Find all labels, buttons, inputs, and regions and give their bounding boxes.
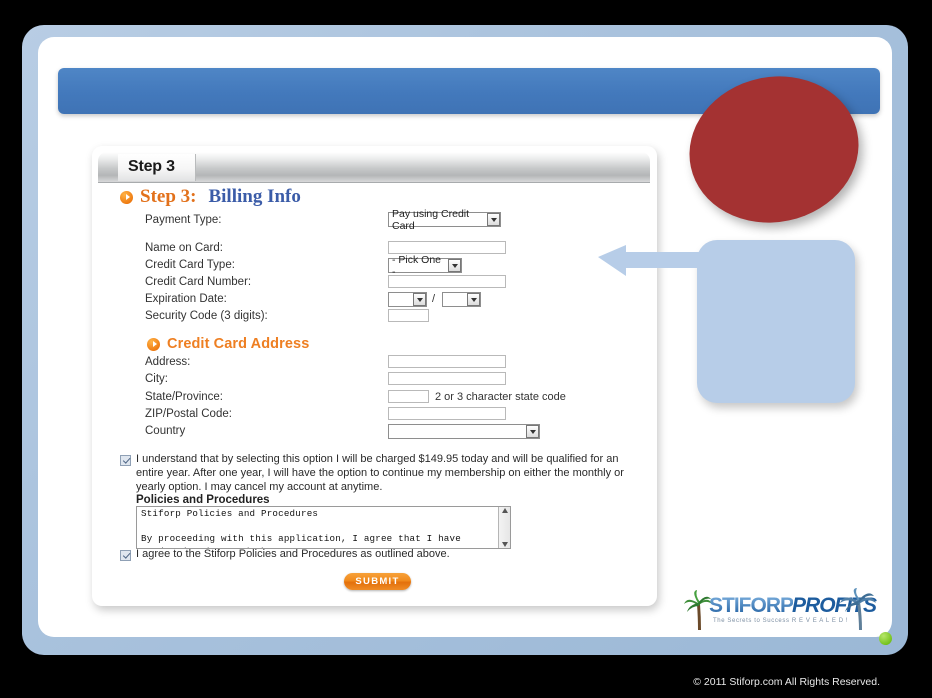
credit-card-number-label: Credit Card Number: bbox=[145, 276, 252, 288]
credit-card-type-select[interactable]: - Pick One - bbox=[388, 254, 462, 278]
payment-type-label: Payment Type: bbox=[145, 214, 222, 226]
address-heading-label: Credit Card Address bbox=[167, 336, 310, 352]
address-input[interactable] bbox=[388, 355, 506, 368]
chevron-down-icon bbox=[448, 259, 461, 272]
policies-title: Policies and Procedures bbox=[136, 494, 270, 506]
heading-title-label: Billing Info bbox=[208, 186, 301, 207]
payment-type-value: Pay using Credit Card bbox=[392, 207, 470, 232]
tab-bar: Step 3 bbox=[98, 152, 650, 183]
policies-scrollbar[interactable] bbox=[498, 507, 510, 548]
expiration-date-label: Expiration Date: bbox=[145, 293, 227, 305]
date-separator: / bbox=[432, 293, 436, 305]
credit-card-type-value: - Pick One - bbox=[392, 253, 442, 278]
credit-card-address-heading: Credit Card Address bbox=[147, 336, 309, 352]
screenshot-root: Step 3 Step 3: Billing Info Payment Type… bbox=[0, 0, 932, 698]
security-code-label: Security Code (3 digits): bbox=[145, 310, 268, 322]
scroll-up-icon[interactable] bbox=[501, 508, 508, 513]
state-province-input[interactable] bbox=[388, 390, 429, 403]
play-bullet-icon bbox=[147, 337, 160, 351]
chevron-down-icon bbox=[413, 293, 426, 306]
country-label: Country bbox=[145, 425, 186, 437]
city-label: City: bbox=[145, 373, 168, 385]
payment-type-select[interactable]: Pay using Credit Card bbox=[388, 208, 501, 232]
name-on-card-label: Name on Card: bbox=[145, 242, 223, 254]
footer-bar: © 2011 Stiforp.com All Rights Reserved. bbox=[0, 666, 932, 698]
city-input[interactable] bbox=[388, 372, 506, 385]
expiration-month-select[interactable] bbox=[388, 292, 427, 307]
expiration-year-select[interactable] bbox=[442, 292, 481, 307]
billing-info-heading: Step 3: Billing Info bbox=[120, 186, 301, 208]
scroll-down-icon[interactable] bbox=[501, 542, 508, 547]
chevron-down-icon bbox=[487, 213, 500, 226]
credit-card-number-input[interactable] bbox=[388, 275, 506, 288]
name-on-card-input[interactable] bbox=[388, 241, 506, 254]
palm-tree-right-icon bbox=[840, 588, 876, 630]
address-label: Address: bbox=[145, 356, 191, 368]
status-indicator-dot bbox=[879, 632, 892, 645]
submit-button[interactable]: SUBMIT bbox=[344, 573, 411, 590]
policies-agreement-checkbox[interactable] bbox=[120, 550, 131, 561]
logo-tagline: The Secrets to Success R E V E A L E D ! bbox=[713, 618, 849, 624]
zip-postal-label: ZIP/Postal Code: bbox=[145, 408, 232, 420]
policies-textarea[interactable]: Stiforp Policies and Procedures By proce… bbox=[136, 506, 511, 549]
heading-step-label: Step 3: bbox=[140, 186, 197, 207]
zip-postal-input[interactable] bbox=[388, 407, 506, 420]
credit-card-type-label: Credit Card Type: bbox=[145, 259, 235, 271]
security-code-input[interactable] bbox=[388, 309, 429, 322]
country-select[interactable] bbox=[388, 424, 540, 439]
chevron-down-icon bbox=[467, 293, 480, 306]
chevron-down-icon bbox=[526, 425, 539, 438]
charge-agreement-checkbox[interactable] bbox=[120, 455, 131, 466]
policies-agreement-text: I agree to the Stiforp Policies and Proc… bbox=[136, 548, 450, 560]
state-code-hint: 2 or 3 character state code bbox=[435, 391, 566, 403]
annotation-callout-box bbox=[697, 240, 855, 403]
state-province-label: State/Province: bbox=[145, 391, 223, 403]
copyright-text: © 2011 Stiforp.com All Rights Reserved. bbox=[693, 676, 880, 688]
tab-step-3[interactable]: Step 3 bbox=[118, 154, 196, 181]
annotation-left-arrow-icon bbox=[598, 245, 706, 276]
play-bullet-icon bbox=[120, 190, 133, 204]
charge-agreement-text: I understand that by selecting this opti… bbox=[136, 453, 624, 493]
stiforp-profits-logo: STIFORPPROFITS The Secrets to Success R … bbox=[683, 588, 878, 638]
logo-brand-first: STIFORP bbox=[709, 594, 794, 617]
policies-text-content: Stiforp Policies and Procedures By proce… bbox=[141, 508, 461, 548]
